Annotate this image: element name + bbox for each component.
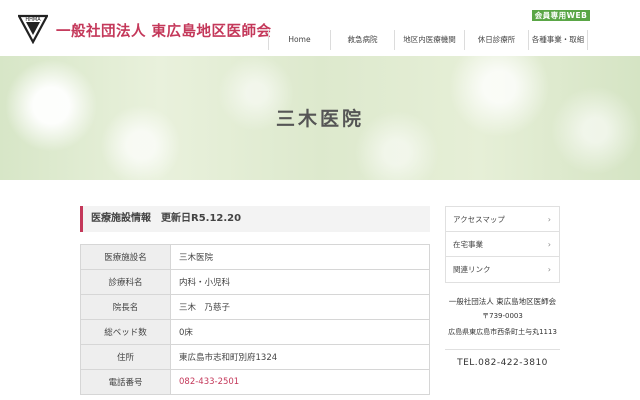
- table-row: 医療施設名 三木医院: [80, 244, 430, 270]
- nav-projects[interactable]: 各種事業・取組: [528, 30, 588, 50]
- sidebar-item-home-care[interactable]: 在宅事業 ›: [446, 232, 559, 257]
- chevron-right-icon: ›: [547, 215, 551, 224]
- row-label: 院長名: [80, 294, 171, 320]
- site-header: HHMA 一般社団法人 東広島地区医師会 会員専用WEB Home 救急病院 地…: [0, 0, 640, 56]
- row-label: 電話番号: [80, 369, 171, 395]
- row-label: 住所: [80, 344, 171, 370]
- page-title: 三木医院: [275, 108, 364, 130]
- nav-local-medical-institutions[interactable]: 地区内医療機関: [394, 30, 464, 50]
- row-label: 総ベッド数: [80, 319, 171, 345]
- row-value: 0床: [170, 319, 430, 345]
- facility-info-table: 医療施設名 三木医院 診療科名 内科・小児科 院長名 三木 乃慈子 総ベッド数 …: [80, 244, 430, 395]
- nav-holiday-clinic[interactable]: 休日診療所: [464, 30, 528, 50]
- hero-banner: 三木医院: [0, 56, 640, 180]
- table-row: 電話番号 082-433-2501: [80, 369, 430, 395]
- row-value: 東広島市志和町別府1324: [170, 344, 430, 370]
- nav-emergency-hospitals[interactable]: 救急病院: [330, 30, 394, 50]
- sidebar-item-related-links[interactable]: 関連リンク ›: [446, 257, 559, 282]
- sidebar-tel: TEL.082-422-3810: [457, 358, 548, 368]
- phone-link[interactable]: 082-433-2501: [170, 369, 430, 395]
- sidebar-item-access-map[interactable]: アクセスマップ ›: [446, 207, 559, 232]
- sidebar-org-name: 一般社団法人 東広島地区医師会: [448, 297, 557, 306]
- row-value: 三木医院: [170, 244, 430, 270]
- divider: [445, 349, 560, 350]
- chevron-right-icon: ›: [547, 240, 551, 249]
- row-label: 医療施設名: [80, 244, 171, 270]
- global-nav: Home 救急病院 地区内医療機関 休日診療所 各種事業・取組: [268, 30, 588, 50]
- site-title[interactable]: 一般社団法人 東広島地区医師会: [56, 20, 272, 41]
- sidebar-menu: アクセスマップ › 在宅事業 › 関連リンク ›: [445, 206, 560, 283]
- info-heading: 医療施設情報 更新日R5.12.20: [80, 206, 430, 232]
- sidebar-item-label: アクセスマップ: [453, 215, 505, 224]
- sidebar-item-label: 在宅事業: [453, 240, 483, 249]
- table-row: 院長名 三木 乃慈子: [80, 294, 430, 320]
- table-row: 診療科名 内科・小児科: [80, 269, 430, 295]
- sidebar-address: 広島県東広島市西条町土与丸1113: [448, 328, 557, 336]
- logo-abbr: HHMA: [25, 17, 41, 23]
- sidebar-contact: 一般社団法人 東広島地区医師会 〒739-0003 広島県東広島市西条町土与丸1…: [445, 296, 560, 368]
- nav-home[interactable]: Home: [268, 30, 330, 50]
- association-logo-icon[interactable]: HHMA: [18, 12, 48, 44]
- table-row: 住所 東広島市志和町別府1324: [80, 344, 430, 370]
- row-value: 内科・小児科: [170, 269, 430, 295]
- row-value: 三木 乃慈子: [170, 294, 430, 320]
- chevron-right-icon: ›: [547, 265, 551, 274]
- sidebar-zip: 〒739-0003: [482, 312, 523, 320]
- row-label: 診療科名: [80, 269, 171, 295]
- sidebar-item-label: 関連リンク: [453, 265, 491, 274]
- members-web-button[interactable]: 会員専用WEB: [532, 10, 590, 21]
- table-row: 総ベッド数 0床: [80, 319, 430, 345]
